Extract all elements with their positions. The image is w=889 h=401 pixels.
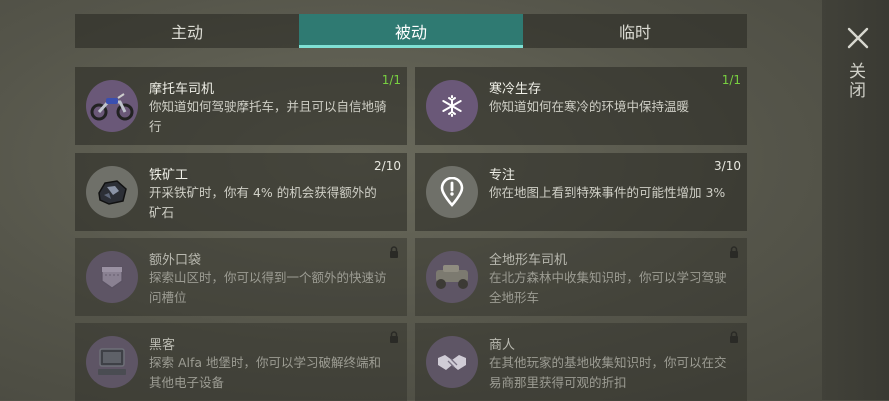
skill-card-focus[interactable]: 专注 你在地图上看到特殊事件的可能性增加 3% 3/10 (415, 153, 747, 231)
iron-ore-icon (86, 166, 138, 218)
skill-title: 铁矿工 (149, 168, 189, 183)
skill-level-count: 1/1 (381, 73, 401, 87)
lock-icon (390, 246, 398, 258)
skill-title: 额外口袋 (149, 253, 202, 268)
motorcycle-icon (86, 80, 138, 132)
close-button[interactable]: 关闭 (845, 62, 868, 100)
skill-description: 探索山区时，你可以得到一个额外的快速访问槽位 (149, 270, 387, 305)
skill-description: 你在地图上看到特殊事件的可能性增加 3% (489, 185, 726, 200)
snowflake-icon (426, 80, 478, 132)
tab-active-skills[interactable]: 主动 (75, 14, 299, 48)
map-marker-icon (426, 166, 478, 218)
skill-card-hacker[interactable]: 黑客 探索 Alfa 地堡时，你可以学习破解终端和其他电子设备 (75, 323, 407, 401)
atv-icon (426, 251, 478, 303)
side-panel (822, 0, 889, 400)
lock-icon (390, 331, 398, 343)
skill-card-motorcycle[interactable]: 摩托车司机 你知道如何驾驶摩托车，并且可以自信地骑行 1/1 (75, 67, 407, 145)
skill-card-iron-miner[interactable]: 铁矿工 开采铁矿时，你有 4% 的机会获得额外的矿石 2/10 (75, 153, 407, 231)
skill-description: 探索 Alfa 地堡时，你可以学习破解终端和其他电子设备 (149, 355, 382, 390)
close-icon[interactable] (846, 26, 870, 50)
skill-title: 摩托车司机 (149, 82, 215, 97)
skill-title: 商人 (489, 338, 516, 353)
skill-level-count: 2/10 (374, 159, 401, 173)
skill-title: 全地形车司机 (489, 253, 568, 268)
skill-card-cold-survival[interactable]: 寒冷生存 你知道如何在寒冷的环境中保持温暖 1/1 (415, 67, 747, 145)
skill-title: 专注 (489, 168, 516, 183)
skill-card-extra-pocket[interactable]: 额外口袋 探索山区时，你可以得到一个额外的快速访问槽位 (75, 238, 407, 316)
tab-passive-skills[interactable]: 被动 (299, 14, 523, 48)
skill-description: 你知道如何在寒冷的环境中保持温暖 (489, 99, 690, 114)
lock-icon (730, 331, 738, 343)
lock-icon (730, 246, 738, 258)
skill-card-atv-driver[interactable]: 全地形车司机 在北方森林中收集知识时，你可以学习驾驶全地形车 (415, 238, 747, 316)
computer-icon (86, 336, 138, 388)
tab-temporary-skills[interactable]: 临时 (523, 14, 747, 48)
skill-level-count: 1/1 (721, 73, 741, 87)
skill-description: 你知道如何驾驶摩托车，并且可以自信地骑行 (149, 99, 387, 134)
skill-description: 开采铁矿时，你有 4% 的机会获得额外的矿石 (149, 185, 377, 220)
skill-description: 在北方森林中收集知识时，你可以学习驾驶全地形车 (489, 270, 727, 305)
skill-title: 寒冷生存 (489, 82, 542, 97)
skill-description: 在其他玩家的基地收集知识时，你可以在交易商那里获得可观的折扣 (489, 355, 727, 390)
pocket-icon (86, 251, 138, 303)
tab-bar: 主动 被动 临时 (75, 14, 747, 48)
handshake-icon (426, 336, 478, 388)
skill-card-trader[interactable]: 商人 在其他玩家的基地收集知识时，你可以在交易商那里获得可观的折扣 (415, 323, 747, 401)
skill-level-count: 3/10 (714, 159, 741, 173)
skill-title: 黑客 (149, 338, 176, 353)
